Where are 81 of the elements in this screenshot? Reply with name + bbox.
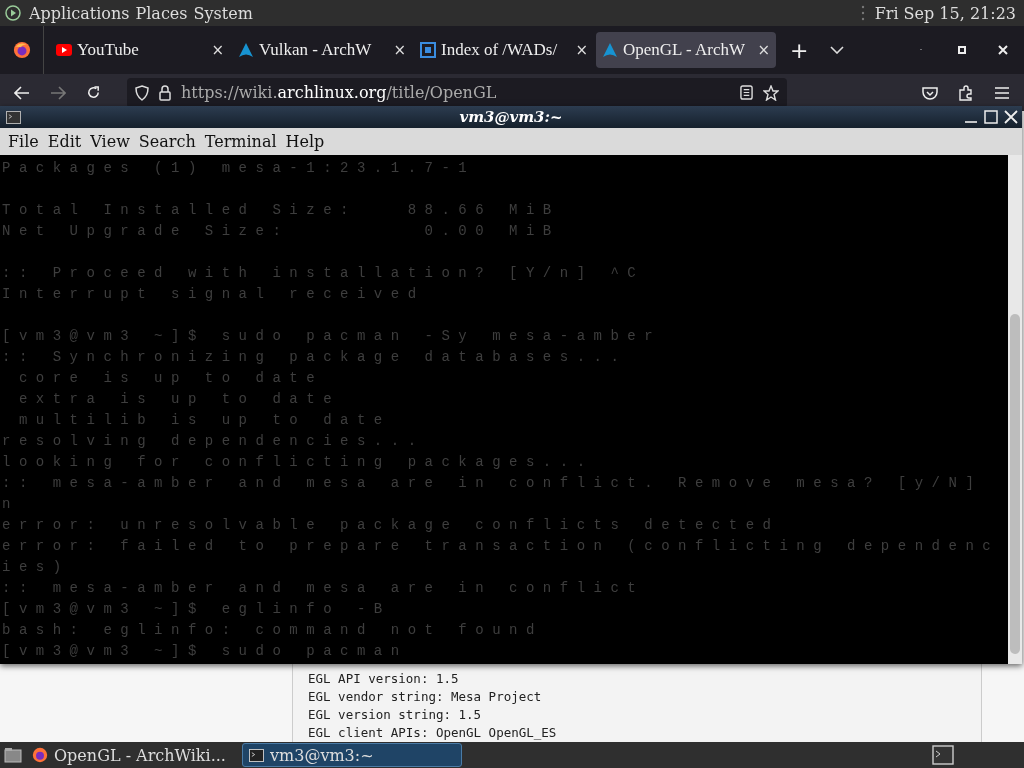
- terminal-icon[interactable]: [6, 110, 21, 124]
- firefox-icon[interactable]: [12, 41, 31, 60]
- terminal-line: ies): [2, 558, 71, 577]
- pocket-icon[interactable]: [922, 86, 938, 100]
- terminal-line: [vm3@vm3 ~]$ eglinfo -B: [2, 600, 392, 619]
- scrollbar-thumb[interactable]: [1010, 314, 1020, 654]
- close-icon[interactable]: [998, 45, 1008, 56]
- chevron-down-icon[interactable]: [830, 46, 845, 55]
- tab-title: Index of /WADs/: [441, 40, 559, 61]
- terminal-line: core is up to date: [17, 369, 325, 388]
- panel-menu[interactable]: Applications: [29, 3, 130, 23]
- browser-tab[interactable]: Index of /WADs/ ×: [414, 32, 594, 69]
- tab-title: OpenGL - ArchW: [623, 40, 747, 61]
- window-title: vm3@vm3:~: [459, 108, 563, 126]
- terminal-icon[interactable]: [932, 745, 954, 766]
- shield-icon: [135, 85, 149, 101]
- address-bar[interactable]: https://wiki.archlinux.org/title/OpenGL: [127, 78, 787, 108]
- terminal-line: error: unresolvable package conflicts detected: [2, 516, 781, 535]
- puzzle-piece-icon[interactable]: [958, 85, 974, 101]
- firefox-icon: [32, 747, 48, 764]
- triangle-logo-icon: [602, 42, 618, 59]
- terminal-line: Net Upgrade Size: 0.00 MiB: [2, 222, 561, 241]
- terminal-line: multilib is up to date: [17, 411, 392, 430]
- menu-item[interactable]: Help: [285, 132, 325, 151]
- grip-icon: [860, 4, 865, 23]
- menu-item[interactable]: File: [8, 132, 39, 151]
- terminal-line: :: mesa-amber and mesa are in conflict. Remove mesa? [y/N]: [2, 474, 984, 493]
- close-tab-button[interactable]: ×: [393, 41, 406, 60]
- terminal-line: looking for conflicting packages...: [2, 453, 595, 472]
- browser-tab[interactable]: YouTube ×: [50, 32, 230, 69]
- lock-icon: [159, 85, 171, 101]
- tab-title: YouTube: [77, 40, 140, 61]
- maximize-icon[interactable]: [958, 46, 966, 55]
- terminal-line: bash: eglinfo: command not found: [2, 621, 544, 640]
- terminal-line: :: Proceed with installation? [Y/n] ^C: [2, 264, 646, 283]
- terminal-line: :: Synchronizing package databases...: [2, 348, 629, 367]
- url-text: https://wiki.archlinux.org/title/OpenGL: [181, 83, 497, 103]
- terminal-line: [vm3@vm3 ~]$ sudo pacman -Sy mesa-amber: [2, 327, 663, 346]
- reader-view-icon[interactable]: [740, 85, 753, 101]
- menu-item[interactable]: Edit: [47, 132, 82, 151]
- panel-menu[interactable]: System: [193, 3, 253, 23]
- close-tab-button[interactable]: ×: [575, 41, 588, 60]
- star-icon[interactable]: [763, 85, 779, 101]
- menu-icon[interactable]: [994, 86, 1010, 100]
- back-arrow-icon[interactable]: [14, 86, 30, 100]
- code-line: EGL client APIs: OpenGL OpenGL_ES: [308, 724, 558, 743]
- code-line: EGL vendor string: Mesa Project: [308, 688, 543, 707]
- close-tab-button[interactable]: ×: [757, 41, 770, 60]
- new-tab-button[interactable]: +: [778, 38, 821, 63]
- terminal-line: extra is up to date: [17, 390, 342, 409]
- play-icon: [56, 44, 72, 57]
- terminal-line: error: failed to prepare transaction (conflicting dependenc: [2, 537, 1001, 556]
- terminal-line: Total Installed Size: 88.66 MiB: [2, 201, 561, 220]
- menu-item[interactable]: Search: [138, 132, 196, 151]
- close-tab-button[interactable]: ×: [211, 41, 224, 60]
- scrollbar[interactable]: [1008, 155, 1022, 664]
- terminal-line: Interrupt signal received: [2, 285, 426, 304]
- clock[interactable]: Fri Sep 15, 21:23: [874, 3, 1016, 23]
- terminal-line: Packages (1) mesa-1:23.1.7-1: [2, 159, 477, 178]
- play-logo-icon[interactable]: [5, 5, 21, 22]
- square-icon: [420, 42, 436, 59]
- close-icon[interactable]: [1004, 110, 1018, 124]
- terminal-line: [vm3@vm3 ~]$ sudo pacman: [2, 642, 409, 661]
- code-line: EGL version string: 1.5: [308, 706, 483, 725]
- menu-item[interactable]: Terminal: [204, 132, 277, 151]
- terminal-line: resolving dependencies...: [2, 432, 426, 451]
- triangle-logo-icon: [238, 42, 254, 59]
- terminal-line: :: mesa-amber and mesa are in conflict: [2, 579, 646, 598]
- taskbar-button[interactable]: OpenGL - ArchWiki...: [26, 743, 238, 768]
- terminal-line: n: [2, 495, 20, 514]
- reload-icon[interactable]: [86, 85, 101, 101]
- terminal-icon: [249, 748, 264, 762]
- code-line: EGL API version: 1.5: [308, 670, 460, 689]
- taskbar-button[interactable]: vm3@vm3:~: [242, 743, 462, 768]
- browser-tab[interactable]: OpenGL - ArchW ×: [596, 32, 776, 69]
- desktop-icon[interactable]: [4, 747, 22, 764]
- maximize-icon[interactable]: [984, 110, 998, 124]
- panel-menu[interactable]: Places: [135, 3, 188, 23]
- menu-item[interactable]: View: [90, 132, 130, 151]
- tab-title: Vulkan - ArchW: [259, 40, 373, 61]
- browser-tab[interactable]: Vulkan - ArchW ×: [232, 32, 412, 69]
